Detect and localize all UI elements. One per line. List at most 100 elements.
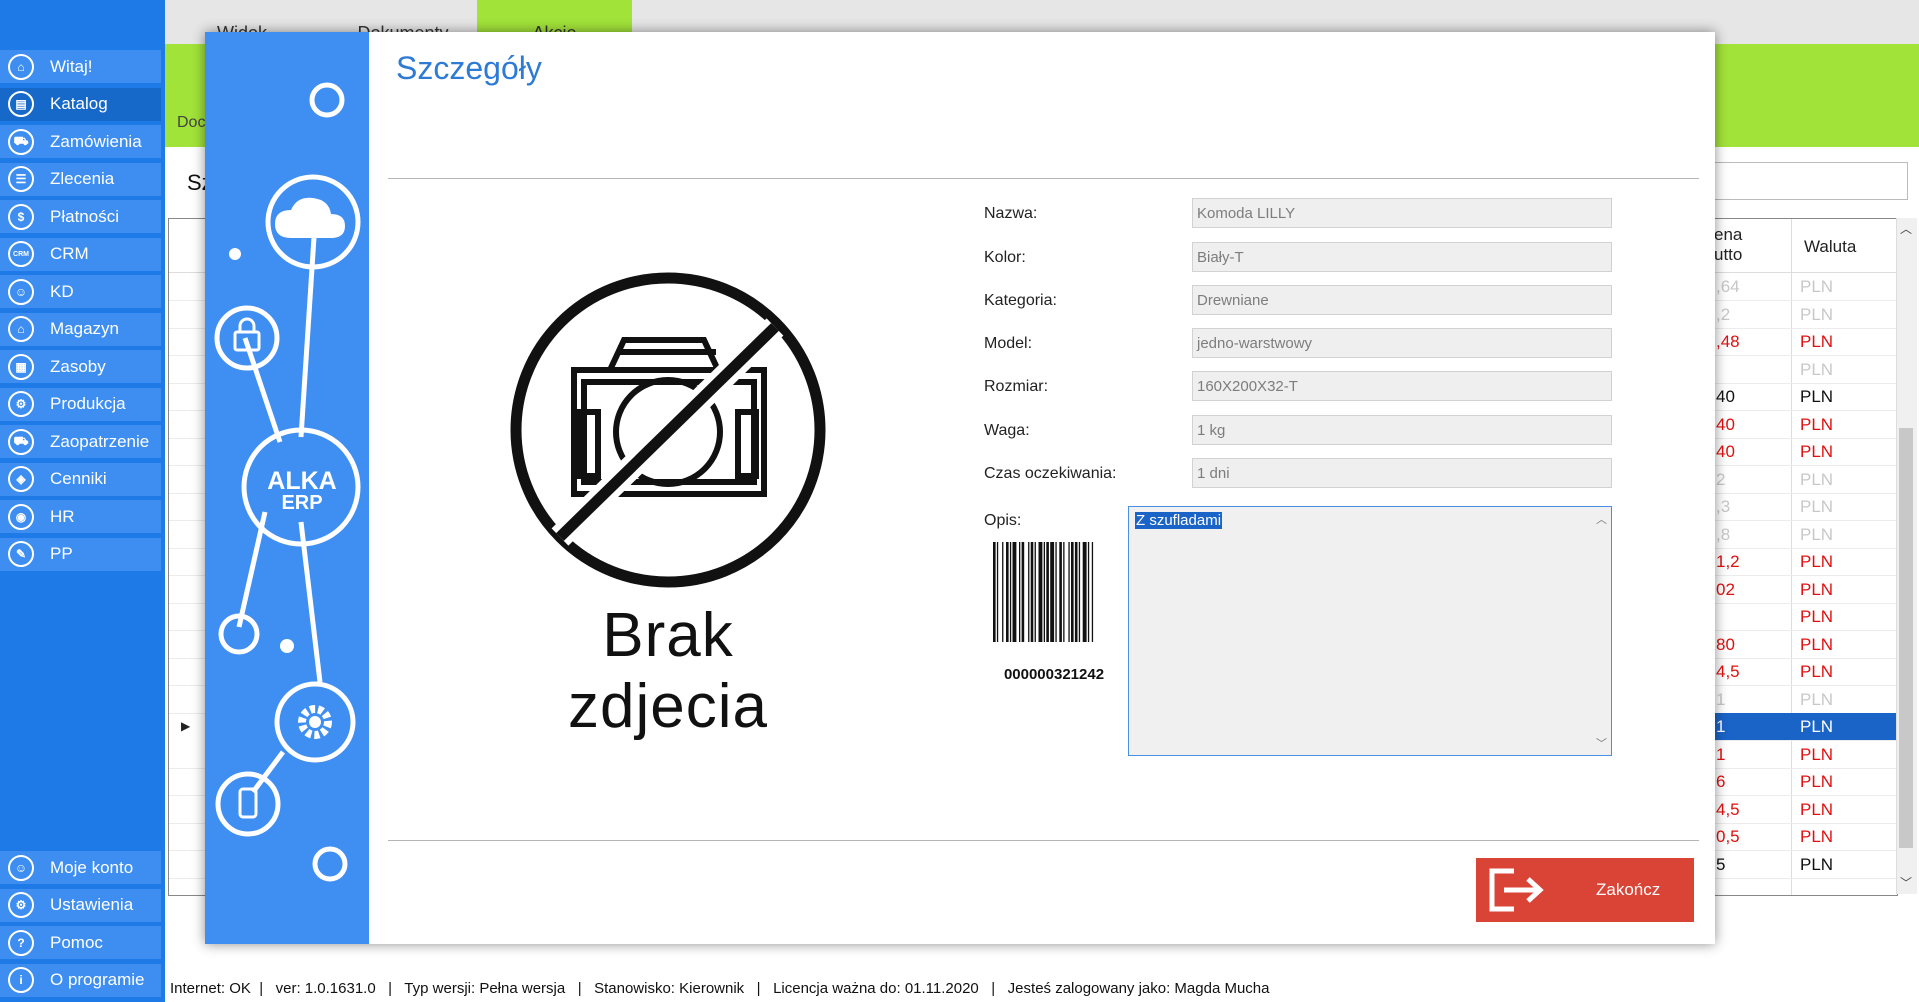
cell-price: ,64	[1716, 277, 1740, 296]
sidebar-item-płatności[interactable]: $ Płatności	[0, 200, 161, 233]
opis-scroll-up-icon[interactable]: ︿	[1596, 511, 1607, 527]
warehouse-icon: ⌂	[8, 316, 34, 342]
sidebar-item-pomoc[interactable]: ? Pomoc	[0, 926, 161, 959]
decorative-panel: ALKA ERP	[205, 32, 369, 944]
background-search-input[interactable]	[1712, 162, 1908, 200]
sidebar-item-label: Cenniki	[50, 469, 107, 488]
sidebar-item-label: Zamówienia	[50, 131, 142, 151]
cell-currency: PLN	[1800, 772, 1834, 791]
status-bar: Internet: OK | ver: 1.0.1631.0 | Typ wer…	[170, 980, 1270, 997]
sidebar-item-zamówienia[interactable]: ⛟ Zamówienia	[0, 125, 161, 158]
field-label: Model:	[984, 335, 1033, 352]
gear-icon: ⚙	[8, 892, 34, 918]
cell-price: 1	[1716, 717, 1726, 736]
sidebar-item-label: KD	[50, 281, 74, 301]
barcode-bar	[1078, 542, 1081, 662]
sidebar-item-label: Płatności	[50, 206, 119, 226]
info-icon: i	[8, 967, 34, 993]
barcode-bar	[1091, 542, 1094, 662]
cell-price: 80	[1716, 634, 1735, 654]
pp-icon: ✎	[8, 541, 34, 567]
scroll-down-icon[interactable]: ﹀	[1900, 874, 1912, 891]
cell-price: 02	[1716, 579, 1735, 599]
barcode-bar	[1028, 542, 1030, 662]
sidebar-item-ustawienia[interactable]: ⚙ Ustawienia	[0, 888, 161, 922]
sidebar-item-label: HR	[50, 506, 75, 526]
barcode-bar	[1002, 542, 1004, 662]
hr-icon: ◉	[8, 503, 34, 530]
cell-currency: PLN	[1800, 607, 1834, 626]
zakoncz-button[interactable]: Zakończ	[1476, 858, 1694, 922]
cell-currency: PLN	[1800, 717, 1834, 736]
cell-currency: PLN	[1800, 744, 1834, 764]
account-icon: ☺	[8, 854, 34, 881]
scroll-up-icon[interactable]: ︿	[1900, 220, 1912, 237]
sidebar-item-katalog[interactable]: ▤ Katalog	[0, 87, 161, 121]
cell-currency: PLN	[1800, 689, 1834, 709]
sidebar-item-produkcja[interactable]: ⚙ Produkcja	[0, 387, 161, 421]
sidebar-item-kd[interactable]: ☺ KD	[0, 275, 161, 308]
barcode-bar	[1071, 542, 1074, 662]
sidebar-item-zaopatrzenie[interactable]: ⛟ Zaopatrzenie	[0, 425, 161, 458]
barcode-bar	[1046, 542, 1049, 662]
ribbon-doc-label: Doc	[177, 114, 206, 131]
alka-erp-logo: ALKA ERP	[267, 467, 337, 515]
field-label: Rozmiar:	[984, 378, 1049, 395]
help-icon: ?	[8, 929, 34, 956]
exit-icon	[1489, 868, 1544, 912]
cell-currency: PLN	[1800, 359, 1834, 379]
field-value[interactable]: 160X200X32-T	[1192, 371, 1612, 401]
sidebar-item-label: Magazyn	[50, 319, 119, 338]
cell-price: 2	[1716, 469, 1726, 489]
field-label: Waga:	[984, 422, 1030, 439]
cell-currency: PLN	[1800, 304, 1834, 324]
sidebar-item-moje-konto[interactable]: ☺ Moje konto	[0, 851, 161, 884]
cell-currency: PLN	[1800, 469, 1834, 489]
truck-icon: ⛟	[8, 428, 34, 455]
sidebar-item-hr[interactable]: ◉ HR	[0, 500, 161, 533]
barcode-bar	[1082, 542, 1087, 662]
sidebar-item-zasoby[interactable]: ▦ Zasoby	[0, 350, 161, 383]
cell-price: 1	[1716, 744, 1726, 764]
cell-price: 1	[1716, 689, 1726, 709]
cell-price: 0,5	[1716, 827, 1740, 846]
sidebar-item-label: Moje konto	[50, 857, 134, 877]
sidebar-item-witaj[interactable]: ⌂ Witaj!	[0, 50, 161, 83]
cell-currency: PLN	[1800, 827, 1834, 846]
opis-textarea[interactable]: Z szufladami ︿ ﹀	[1128, 506, 1612, 756]
sidebar-item-magazyn[interactable]: ⌂ Magazyn	[0, 312, 161, 346]
field-value[interactable]: Drewniane	[1192, 285, 1612, 315]
opis-label: Opis:	[984, 512, 1022, 529]
cell-currency: PLN	[1800, 524, 1834, 544]
field-value[interactable]: jedno-warstwowy	[1192, 328, 1612, 358]
sidebar-item-zlecenia[interactable]: ☰ Zlecenia	[0, 162, 161, 196]
sidebar-item-o-programie[interactable]: i O programie	[0, 963, 161, 997]
barcode-bar	[993, 542, 996, 662]
cell-price: 4,5	[1716, 799, 1740, 819]
cell-currency: PLN	[1800, 662, 1834, 681]
cell-price: ,48	[1716, 332, 1740, 351]
field-value[interactable]: Komoda LILLY	[1192, 198, 1612, 228]
sidebar-item-crm[interactable]: CRM CRM	[0, 237, 161, 271]
field-value[interactable]: Biały-T	[1192, 242, 1612, 272]
sidebar-item-pp[interactable]: ✎ PP	[0, 537, 161, 571]
cell-price: 40	[1716, 387, 1735, 406]
field-value[interactable]: 1 dni	[1192, 458, 1612, 488]
sidebar-item-cenniki[interactable]: ◈ Cenniki	[0, 462, 161, 496]
barcode	[987, 542, 1117, 662]
barcode-bar	[1019, 542, 1021, 662]
cell-currency: PLN	[1800, 634, 1834, 654]
barcode-bar	[1043, 542, 1045, 662]
tag-icon: ◈	[8, 466, 34, 492]
sidebar-item-label: Katalog	[50, 94, 108, 113]
cell-price: ,8	[1716, 524, 1731, 544]
field-value[interactable]: 1 kg	[1192, 415, 1612, 445]
grid-scrollbar[interactable]: ︿ ﹀	[1896, 218, 1917, 894]
sidebar-item-label: Zlecenia	[50, 169, 115, 188]
resources-icon: ▦	[8, 353, 34, 380]
cell-price: ,2	[1716, 304, 1731, 324]
barcode-bar	[1012, 542, 1017, 662]
barcode-bar	[1021, 542, 1025, 662]
scrollbar-thumb[interactable]	[1899, 428, 1913, 848]
opis-scroll-down-icon[interactable]: ﹀	[1596, 735, 1607, 751]
